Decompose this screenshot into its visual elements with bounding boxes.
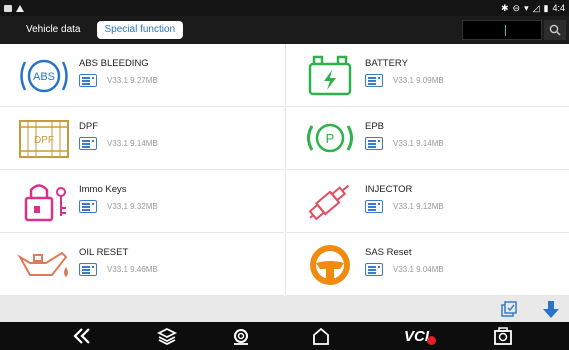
service-button[interactable] — [230, 326, 252, 346]
document-icon[interactable] — [365, 74, 383, 87]
signal-icon: ◿ — [532, 2, 540, 13]
steering-wheel-icon — [310, 245, 350, 285]
svg-text:ABS: ABS — [33, 71, 55, 83]
file-size: 9.09MB — [416, 76, 444, 85]
tab-special-function[interactable]: Special function — [96, 21, 184, 39]
camera-icon — [494, 327, 512, 345]
version: V33.1 — [393, 139, 414, 148]
function-title: INJECTOR — [365, 184, 413, 195]
file-size: 9.14MB — [130, 139, 158, 148]
vci-label: VCI — [403, 327, 429, 345]
status-bar: ✱ ⊖ ▾ ◿ ▮ 4:4 — [0, 0, 569, 16]
document-icon[interactable] — [365, 137, 383, 150]
file-size: 9.14MB — [416, 139, 444, 148]
vci-button[interactable]: VCI — [400, 326, 440, 346]
injector-icon — [308, 184, 350, 221]
wifi-icon: ▾ — [524, 2, 529, 13]
disconnected-icon — [427, 335, 436, 345]
oil-reset-icon — [17, 251, 68, 277]
document-icon[interactable] — [79, 263, 97, 276]
clock: 4:4 — [552, 3, 565, 13]
select-all-icon[interactable] — [500, 300, 518, 318]
function-item-abs-bleeding[interactable]: ABS ABS BLEEDING V33.1 9.27MB — [0, 44, 284, 107]
version: V33.1 — [393, 265, 414, 274]
minus-circle-icon: ⊖ — [512, 2, 521, 13]
function-item-epb[interactable]: P EPB V33.1 9.14MB — [285, 107, 569, 170]
document-icon[interactable] — [79, 74, 97, 87]
top-bar: Vehicle data Special function — [0, 16, 569, 44]
document-icon[interactable] — [79, 137, 97, 150]
home-icon — [313, 327, 329, 345]
immo-keys-icon — [24, 184, 66, 222]
file-size: 9.27MB — [130, 76, 158, 85]
search-input[interactable] — [462, 20, 542, 40]
function-item-injector[interactable]: INJECTOR V33.1 9.12MB — [285, 170, 569, 233]
file-size: 9.12MB — [416, 202, 444, 211]
function-title: Immo Keys — [79, 184, 127, 195]
function-item-sas-reset[interactable]: SAS Reset V33.1 9.04MB — [285, 233, 569, 296]
abs-icon: ABS — [20, 59, 68, 93]
layers-button[interactable] — [156, 326, 178, 346]
search-icon — [549, 24, 561, 36]
version: V33.1 — [393, 76, 414, 85]
download-icon[interactable] — [541, 299, 561, 319]
warning-icon — [16, 4, 24, 12]
function-title: ABS BLEEDING — [79, 58, 149, 69]
version: V33.1 — [107, 265, 128, 274]
home-button[interactable] — [310, 326, 332, 346]
layers-icon — [157, 327, 177, 345]
document-icon[interactable] — [365, 200, 383, 213]
function-title: DPF — [79, 121, 98, 132]
version: V33.1 — [107, 202, 128, 211]
double-back-icon — [73, 328, 90, 344]
search-button[interactable] — [544, 20, 566, 40]
function-item-battery[interactable]: BATTERY V33.1 9.09MB — [285, 44, 569, 107]
function-title: EPB — [365, 121, 385, 132]
file-size: 9.46MB — [130, 265, 158, 274]
file-size: 9.04MB — [416, 265, 444, 274]
navigation-bar: VCI — [0, 322, 569, 350]
battery-status-icon: ▮ — [543, 2, 549, 13]
version: V33.1 — [107, 76, 128, 85]
document-icon[interactable] — [79, 200, 97, 213]
text-cursor — [505, 25, 506, 36]
svg-text:P: P — [326, 131, 335, 146]
file-size: 9.32MB — [130, 202, 158, 211]
function-item-immo-keys[interactable]: Immo Keys V33.1 9.32MB — [0, 170, 284, 233]
tab-vehicle-data[interactable]: Vehicle data — [16, 21, 91, 39]
notification-icon — [4, 4, 12, 12]
function-title: OIL RESET — [79, 247, 129, 258]
version: V33.1 — [393, 202, 414, 211]
document-icon[interactable] — [365, 263, 383, 276]
dpf-icon: DPF — [19, 120, 69, 158]
battery-icon — [308, 55, 352, 96]
function-title: SAS Reset — [365, 247, 412, 258]
bluetooth-icon: ✱ — [500, 2, 509, 13]
back-button[interactable] — [72, 326, 94, 346]
bottom-toolbar — [0, 296, 569, 322]
version: V33.1 — [107, 139, 128, 148]
function-item-dpf[interactable]: DPF DPF V33.1 9.14MB — [0, 107, 284, 170]
gear-icon — [234, 329, 248, 345]
epb-icon: P — [307, 123, 353, 153]
svg-text:DPF: DPF — [34, 135, 54, 146]
function-title: BATTERY — [365, 58, 408, 69]
function-item-oil-reset[interactable]: OIL RESET V33.1 9.46MB — [0, 233, 284, 296]
function-grid: ABS ABS BLEEDING V33.1 9.27MB BATTERY V3… — [0, 44, 569, 296]
screenshot-button[interactable] — [492, 326, 514, 346]
